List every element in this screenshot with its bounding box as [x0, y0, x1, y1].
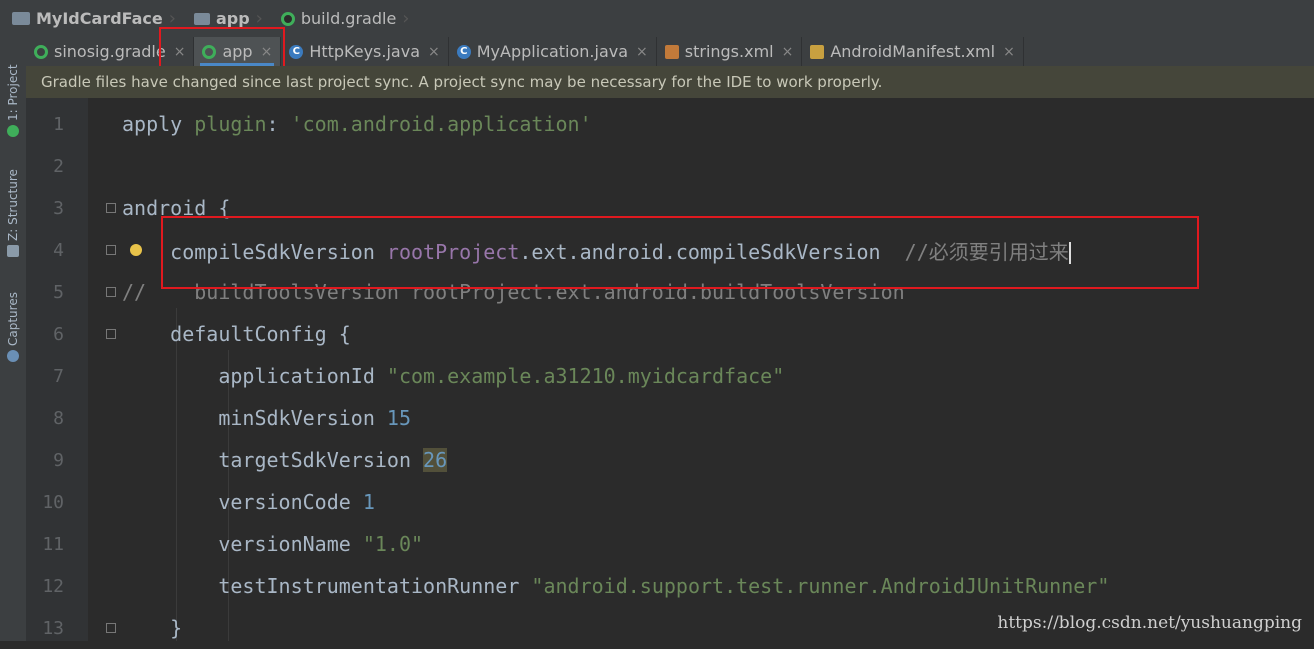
line-number: 8: [53, 407, 64, 429]
tab-strings-xml[interactable]: strings.xml ×: [657, 37, 803, 66]
text-cursor: [1068, 242, 1071, 264]
module-folder-icon: [193, 12, 210, 25]
code-line: 11 versionName "1.0": [26, 523, 1314, 565]
code-text: targetSdkVersion 26: [122, 448, 448, 472]
line-number: 4: [53, 239, 64, 261]
fold-marker-icon[interactable]: [106, 287, 116, 297]
breadcrumb-label: MyIdCardFace: [36, 9, 163, 28]
gradle-icon: [34, 44, 48, 59]
code-text: // buildToolsVersion rootProject.ext.and…: [122, 280, 905, 304]
chevron-right-icon: ›: [255, 8, 263, 29]
chevron-right-icon: ›: [402, 8, 410, 29]
xml-file-icon: [664, 44, 679, 59]
tab-sinosig-gradle[interactable]: sinosig.gradle ×: [26, 37, 195, 66]
code-line: 6 defaultConfig {: [26, 313, 1314, 355]
line-number: 2: [53, 155, 64, 177]
sidebar-item-project[interactable]: 1: Project: [2, 47, 24, 137]
fold-marker-icon[interactable]: [106, 623, 116, 633]
project-folder-icon: [12, 12, 30, 25]
sidebar-item-structure[interactable]: Z: Structure: [2, 157, 24, 257]
captures-icon: [7, 350, 19, 362]
code-text: defaultConfig {: [122, 322, 351, 346]
line-number: 3: [53, 197, 64, 219]
breadcrumb-item-module[interactable]: app ›: [182, 0, 269, 37]
code-line: 7 applicationId "com.example.a31210.myid…: [26, 355, 1314, 397]
watermark-text: https://blog.csdn.net/yushuangping: [997, 613, 1302, 633]
code-text: apply plugin: 'com.android.application': [122, 112, 592, 136]
code-text: applicationId "com.example.a31210.myidca…: [122, 364, 785, 388]
line-number: 9: [53, 449, 64, 471]
close-icon[interactable]: ×: [636, 44, 648, 60]
line-number: 5: [53, 281, 64, 303]
line-number: 11: [42, 533, 64, 555]
code-line: 2: [26, 145, 1314, 187]
sidebar-item-captures[interactable]: Captures: [2, 282, 24, 362]
tab-label: HttpKeys.java: [309, 42, 420, 61]
tab-label: sinosig.gradle: [54, 42, 166, 61]
line-number: 13: [42, 617, 64, 639]
tab-label: app: [222, 42, 253, 61]
code-text: testInstrumentationRunner "android.suppo…: [122, 574, 1110, 598]
code-text: versionName "1.0": [122, 532, 424, 556]
fold-marker-icon[interactable]: [106, 329, 116, 339]
code-text: android {: [122, 196, 231, 220]
sidebar-item-label: Z: Structure: [6, 169, 20, 241]
manifest-file-icon: [810, 44, 825, 59]
breadcrumb-label: build.gradle: [300, 9, 397, 28]
code-line: 8 minSdkVersion 15: [26, 397, 1314, 439]
code-line: 9 targetSdkVersion 26: [26, 439, 1314, 481]
code-line: 12 testInstrumentationRunner "android.su…: [26, 565, 1314, 607]
close-icon[interactable]: ×: [428, 44, 440, 60]
breadcrumb: MyIdCardFace › app › build.gradle ›: [0, 0, 1314, 37]
close-icon[interactable]: ×: [174, 44, 186, 60]
close-icon[interactable]: ×: [1003, 44, 1015, 60]
tab-label: MyApplication.java: [476, 42, 629, 61]
editor-tabs: sinosig.gradle × app × C HttpKeys.java ×…: [26, 37, 1314, 67]
line-number: 7: [53, 365, 64, 387]
fold-marker-icon[interactable]: [106, 245, 116, 255]
code-text: compileSdkVersion rootProject.ext.androi…: [122, 239, 1071, 264]
fold-marker-icon[interactable]: [106, 203, 116, 213]
code-line: 4 compileSdkVersion rootProject.ext.andr…: [26, 229, 1314, 271]
tab-httpkeys-java[interactable]: C HttpKeys.java ×: [281, 37, 449, 66]
code-text: versionCode 1: [122, 490, 375, 514]
breadcrumb-label: app: [215, 9, 250, 28]
breadcrumb-item-project[interactable]: MyIdCardFace ›: [0, 0, 182, 37]
code-line: 3 android {: [26, 187, 1314, 229]
chevron-right-icon: ›: [168, 8, 176, 29]
java-class-icon: C: [456, 44, 471, 59]
code-text: minSdkVersion 15: [122, 406, 411, 430]
gradle-sync-notice: Gradle files have changed since last pro…: [26, 66, 1314, 98]
code-text: }: [122, 616, 183, 640]
gradle-icon: [280, 11, 295, 26]
close-icon[interactable]: ×: [261, 44, 273, 60]
tab-myapplication-java[interactable]: C MyApplication.java ×: [449, 37, 657, 66]
tab-label: strings.xml: [684, 42, 774, 61]
tool-window-strip: 1: Project Z: Structure Captures: [0, 37, 27, 641]
sidebar-item-label: Captures: [6, 292, 20, 346]
code-line: 10 versionCode 1: [26, 481, 1314, 523]
notice-text: Gradle files have changed since last pro…: [41, 73, 883, 91]
tab-label: AndroidManifest.xml: [830, 42, 996, 61]
structure-icon: [7, 245, 19, 257]
code-line: 5 // buildToolsVersion rootProject.ext.a…: [26, 271, 1314, 313]
line-number: 10: [42, 491, 64, 513]
code-editor[interactable]: 1 apply plugin: 'com.android.application…: [26, 98, 1314, 641]
line-number: 1: [53, 113, 64, 135]
breadcrumb-item-file[interactable]: build.gradle ›: [269, 0, 416, 37]
line-number: 6: [53, 323, 64, 345]
tab-app[interactable]: app ×: [194, 37, 282, 66]
code-line: 1 apply plugin: 'com.android.application…: [26, 103, 1314, 145]
java-class-icon: C: [289, 44, 304, 59]
project-icon: [7, 125, 19, 137]
gradle-icon: [202, 44, 217, 59]
line-number: 12: [42, 575, 64, 597]
sidebar-item-label: 1: Project: [6, 64, 20, 121]
close-icon[interactable]: ×: [782, 44, 794, 60]
tab-androidmanifest-xml[interactable]: AndroidManifest.xml ×: [802, 37, 1024, 66]
